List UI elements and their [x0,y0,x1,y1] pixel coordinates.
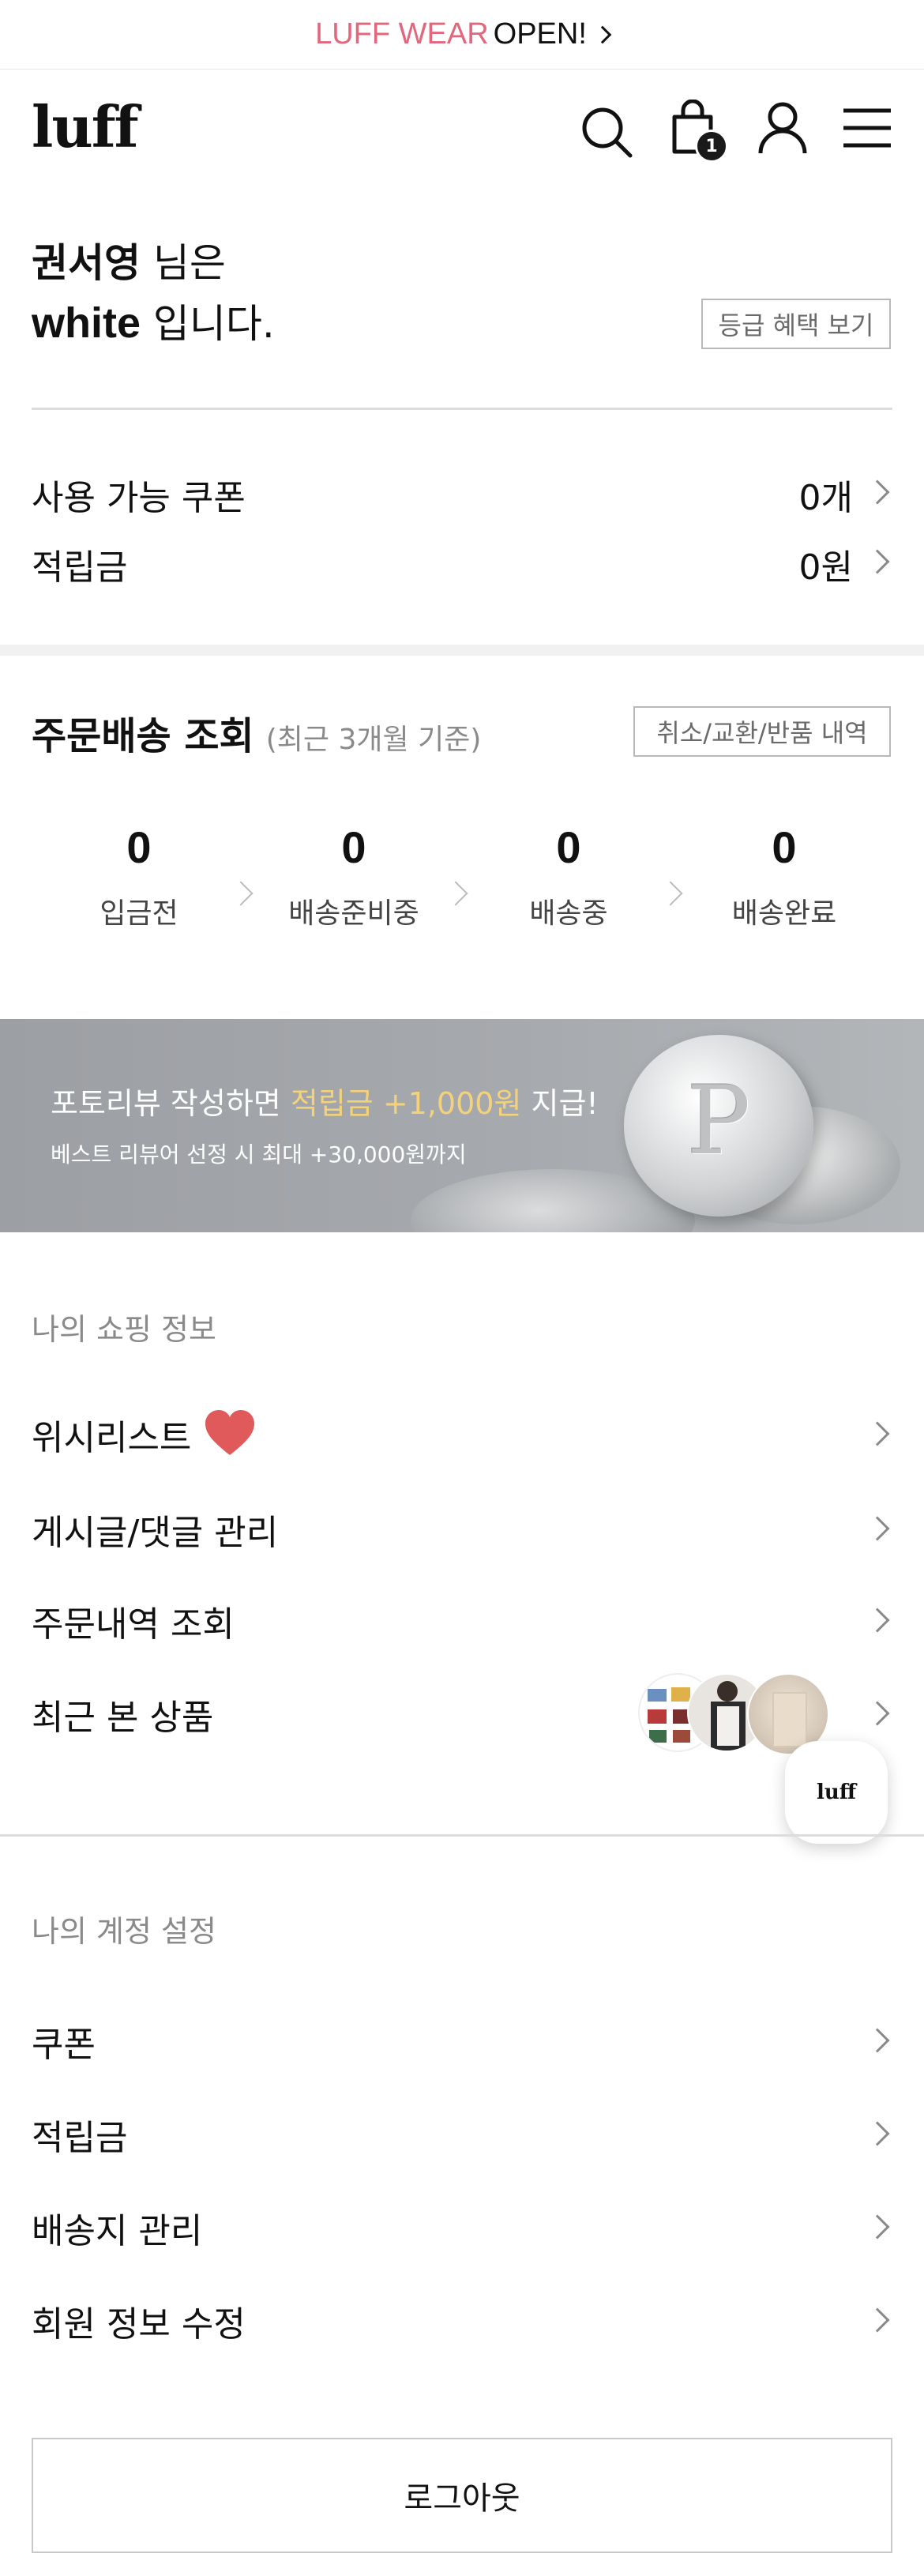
address-book-row[interactable]: 배송지 관리 [32,2199,892,2254]
order-history-row[interactable]: 주문내역 조회 [32,1593,892,1648]
divider [0,1834,924,1837]
grade-benefit-button[interactable]: 등급 혜택 보기 [701,299,891,349]
order-step-label: 배송중 [529,897,608,930]
shopping-section-title: 나의 쇼핑 정보 [32,1312,216,1347]
orders-title: 주문배송 조회 (최근 3개월 기준) [32,705,481,760]
coupon-label: 쿠폰 [32,2025,96,2065]
chevron-right-icon [865,2214,890,2239]
member-name: 권서영 [32,240,141,286]
logo[interactable]: luff [32,93,139,160]
top-banner[interactable]: LUFF WEAR OPEN! [0,0,924,70]
mileage-summary-row[interactable]: 적립금 0원 [32,536,892,591]
cancel-exchange-return-button[interactable]: 취소/교환/반품 내역 [633,706,891,757]
chevron-right-icon [865,2028,890,2053]
logout-button[interactable]: 로그아웃 [32,2438,892,2553]
account-section-title: 나의 계정 설정 [32,1914,216,1949]
chevron-right-icon [865,2307,890,2333]
chevron-right-icon [865,2121,890,2146]
member-grade-suffix: 입니다. [152,301,275,347]
wishlist-row[interactable]: 위시리스트 [32,1406,892,1461]
top-banner-status: OPEN! [493,17,587,51]
search-icon[interactable] [580,105,635,160]
posts-comments-label: 게시글/댓글 관리 [32,1513,279,1553]
divider [32,408,892,410]
promo-text-after: 지급! [531,1086,599,1121]
order-steps: 0 입금전 0 배송준비중 0 배송중 0 배송완료 [32,822,892,964]
orders-title-text: 주문배송 조회 [32,714,254,758]
order-step-count: 0 [556,822,581,872]
coupon-summary-label: 사용 가능 쿠폰 [32,478,246,518]
order-step-label: 입금전 [100,897,178,930]
chevron-right-icon [865,479,890,505]
top-banner-brand: LUFF WEAR [315,17,489,51]
order-history-label: 주문내역 조회 [32,1604,235,1645]
posts-comments-row[interactable]: 게시글/댓글 관리 [32,1501,892,1556]
order-step-delivered[interactable]: 0 배송완료 [676,822,892,931]
photo-review-promo-banner[interactable]: P 포토리뷰 작성하면 적립금 +1,000원 지급! 베스트 리뷰어 선정 시… [0,1019,924,1232]
chevron-right-icon [865,1608,890,1633]
member-grade: white [32,299,141,347]
chevron-right-icon [865,1516,890,1541]
mileage-summary-label: 적립금 [32,547,128,588]
floating-luff-button[interactable]: luff [785,1741,888,1844]
orders-subtitle: (최근 3개월 기준) [265,724,482,756]
mileage-label: 적립금 [32,2118,128,2158]
coupon-summary-row[interactable]: 사용 가능 쿠폰 0개 [32,466,892,521]
address-book-label: 배송지 관리 [32,2211,203,2251]
menu-icon[interactable] [842,106,892,150]
wishlist-label: 위시리스트 [32,1418,192,1458]
order-step-label: 배송준비중 [288,897,419,930]
chevron-right-icon [865,1421,890,1446]
member-name-suffix: 님은 [152,240,226,286]
heart-icon [204,1409,256,1460]
mileage-summary-value: 0원 [798,547,853,588]
promo-highlight: 적립금 +1,000원 [290,1086,522,1121]
order-step-shipping[interactable]: 0 배송중 [461,822,676,931]
coin-letter: P [686,1066,751,1176]
chevron-right-icon [593,25,612,43]
order-step-count: 0 [126,822,152,872]
promo-subtext: 베스트 리뷰어 선정 시 최대 +30,000원까지 [51,1141,467,1168]
member-greeting: 권서영 님은 white 입니다. [32,233,275,354]
header: luff 1 [0,70,924,188]
edit-profile-label: 회원 정보 수정 [32,2304,246,2345]
order-step-label: 배송완료 [731,897,837,930]
chevron-right-icon [865,1701,890,1726]
promo-headline: 포토리뷰 작성하면 적립금 +1,000원 지급! [51,1079,599,1123]
section-gap [0,645,924,656]
promo-text-before: 포토리뷰 작성하면 [51,1086,281,1121]
order-step-preparing[interactable]: 0 배송준비중 [246,822,461,931]
coupon-row[interactable]: 쿠폰 [32,2013,892,2068]
mileage-row[interactable]: 적립금 [32,2106,892,2161]
coupon-summary-value: 0개 [798,478,853,518]
order-step-before-payment[interactable]: 0 입금전 [32,822,246,931]
order-step-count: 0 [772,822,797,872]
cart-count-badge: 1 [695,130,728,163]
order-step-count: 0 [341,822,366,872]
chevron-right-icon [865,549,890,574]
user-icon[interactable] [757,101,812,158]
edit-profile-row[interactable]: 회원 정보 수정 [32,2292,892,2348]
recently-viewed-label: 최근 본 상품 [32,1698,214,1738]
